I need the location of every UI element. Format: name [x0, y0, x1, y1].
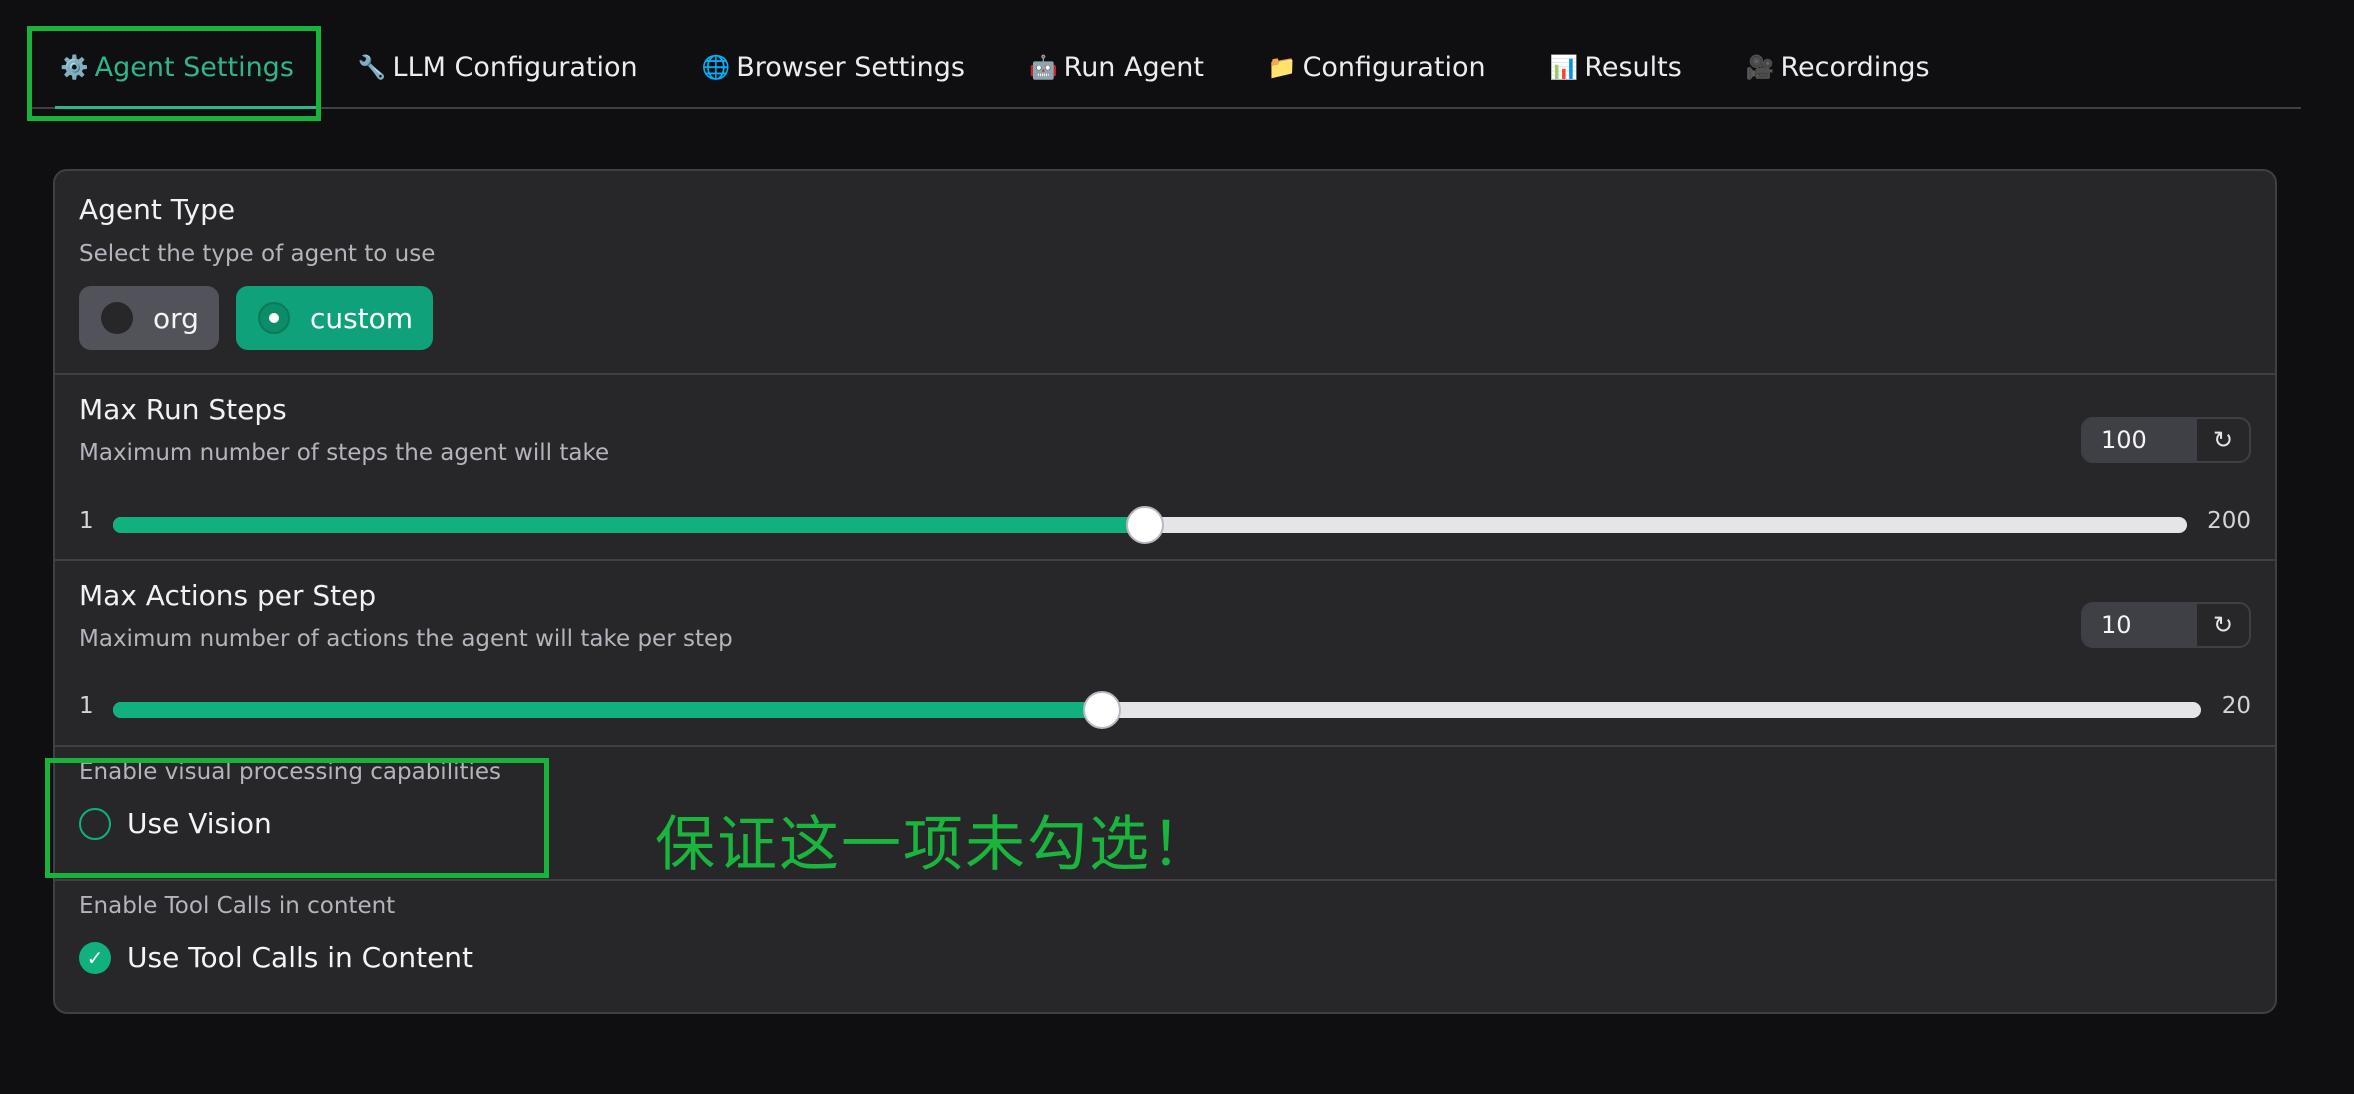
slider-min-label: 1 [79, 693, 94, 719]
video-camera-icon: 🎥 [1745, 54, 1775, 81]
tab-llm-configuration[interactable]: 🔧 LLM Configuration [326, 27, 670, 107]
radio-checked-icon [257, 302, 290, 334]
agent-type-radio-group: org custom [79, 286, 434, 350]
max-actions-slider[interactable] [113, 691, 2201, 729]
slider-max-label: 20 [2221, 693, 2251, 719]
max-actions-number: 10 ↻ [2081, 602, 2251, 648]
tab-label: LLM Configuration [392, 51, 638, 83]
option-label: custom [309, 301, 414, 335]
tab-run-agent[interactable]: 🤖 Run Agent [997, 27, 1236, 107]
bar-chart-icon: 📊 [1549, 54, 1579, 81]
radio-unchecked-icon [101, 302, 133, 334]
tab-label: Recordings [1780, 51, 1930, 83]
folder-icon: 📁 [1267, 54, 1297, 81]
slider-fill [113, 702, 1103, 718]
tab-agent-settings[interactable]: ⚙️ Agent Settings [27, 27, 326, 109]
reset-button[interactable]: ↻ [2195, 419, 2249, 461]
tool-calls-block: Enable Tool Calls in content ✓ Use Tool … [55, 879, 2275, 1012]
reset-icon: ↻ [2212, 426, 2234, 454]
tab-label: Run Agent [1063, 51, 1204, 83]
agent-type-label: Agent Type [79, 193, 236, 226]
tool-calls-checkbox[interactable]: ✓ Use Tool Calls in Content [79, 941, 473, 974]
agent-type-option-org[interactable]: org [79, 286, 219, 350]
checkbox-label: Use Tool Calls in Content [127, 941, 474, 974]
tab-bar: ⚙️ Agent Settings 🔧 LLM Configuration 🌐 … [27, 27, 2301, 109]
tab-label: Configuration [1302, 51, 1486, 83]
agent-type-option-custom[interactable]: custom [235, 286, 434, 350]
max-run-steps-label: Max Run Steps [79, 393, 287, 426]
slider-max-label: 200 [2207, 508, 2251, 534]
reset-icon: ↻ [2212, 611, 2234, 639]
max-actions-info: Maximum number of actions the agent will… [79, 626, 733, 652]
tab-browser-settings[interactable]: 🌐 Browser Settings [670, 27, 997, 107]
agent-settings-panel: Agent Type Select the type of agent to u… [53, 169, 2277, 1014]
max-run-steps-info: Maximum number of steps the agent will t… [79, 440, 610, 466]
wrench-icon: 🔧 [357, 54, 387, 81]
max-run-steps-input[interactable]: 100 [2083, 419, 2195, 461]
tab-results[interactable]: 📊 Results [1518, 27, 1714, 107]
max-actions-slider-row: 1 20 [79, 689, 2251, 729]
checkbox-checked-icon: ✓ [79, 941, 111, 974]
reset-button[interactable]: ↻ [2195, 604, 2249, 646]
option-label: org [153, 301, 199, 335]
max-actions-input[interactable]: 10 [2083, 604, 2195, 646]
tab-label: Browser Settings [736, 51, 965, 83]
agent-type-block: Agent Type Select the type of agent to u… [55, 171, 2275, 375]
globe-icon: 🌐 [701, 54, 731, 81]
tab-label: Results [1584, 51, 1682, 83]
max-actions-block: Max Actions per Step Maximum number of a… [55, 559, 2275, 747]
slider-min-label: 1 [79, 508, 94, 534]
checkbox-label: Use Vision [127, 807, 272, 840]
gear-icon: ⚙️ [60, 54, 89, 81]
annotation-note: 保证这一项未勾选！ [655, 810, 1213, 880]
robot-icon: 🤖 [1029, 54, 1058, 81]
checkbox-unchecked-icon [79, 807, 111, 840]
tab-configuration[interactable]: 📁 Configuration [1236, 27, 1518, 107]
max-run-steps-block: Max Run Steps Maximum number of steps th… [55, 373, 2275, 561]
slider-fill [113, 517, 1145, 533]
tool-calls-info: Enable Tool Calls in content [79, 893, 396, 919]
slider-thumb[interactable] [1125, 506, 1164, 544]
max-run-steps-slider[interactable] [113, 506, 2187, 544]
use-vision-checkbox[interactable]: Use Vision [79, 807, 272, 840]
tab-label: Agent Settings [94, 51, 294, 83]
max-run-steps-slider-row: 1 200 [79, 504, 2251, 544]
tab-recordings[interactable]: 🎥 Recordings [1714, 27, 1962, 107]
max-run-steps-number: 100 ↻ [2081, 417, 2251, 463]
slider-thumb[interactable] [1083, 691, 1122, 729]
agent-type-info: Select the type of agent to use [79, 241, 436, 267]
use-vision-info: Enable visual processing capabilities [79, 759, 502, 785]
max-actions-label: Max Actions per Step [79, 579, 377, 612]
